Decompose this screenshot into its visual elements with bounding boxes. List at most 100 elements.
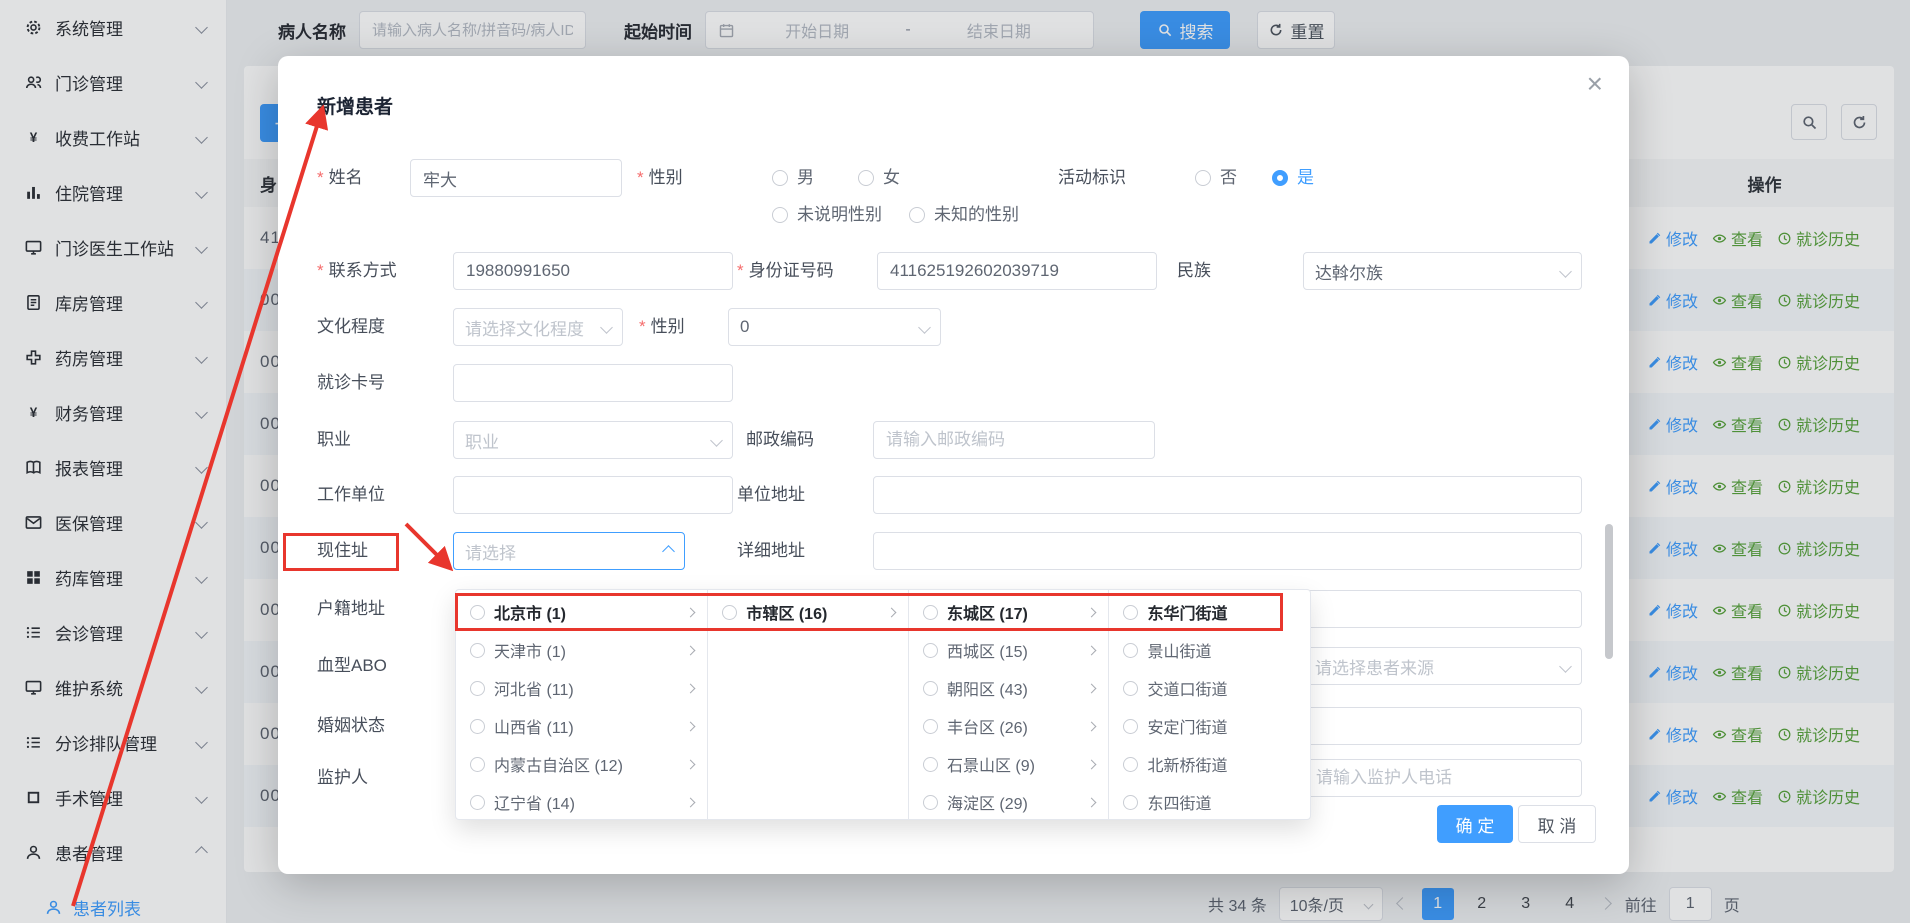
required-mark: * bbox=[639, 317, 646, 336]
blood-type-label: 血型ABO bbox=[317, 647, 387, 685]
gender-code-select[interactable]: 0 bbox=[728, 308, 941, 346]
radio-icon bbox=[1195, 170, 1211, 186]
patient-source-placeholder: 请选择患者来源 bbox=[1315, 654, 1434, 679]
work-unit-input[interactable] bbox=[453, 476, 733, 514]
close-icon[interactable]: × bbox=[1587, 70, 1603, 98]
form-row: *姓名 *性别 男 女 活动标识 否 是 bbox=[278, 159, 1629, 197]
radio-checked-icon bbox=[1272, 170, 1288, 186]
form-row: 文化程度 请选择文化程度 *性别 0 bbox=[278, 308, 1629, 346]
education-placeholder: 请选择文化程度 bbox=[465, 315, 584, 340]
visit-card-input[interactable] bbox=[453, 364, 733, 402]
patient-source-select[interactable]: 请选择患者来源 bbox=[1303, 647, 1582, 685]
cascader-option-tianjin[interactable]: 天津市 (1) bbox=[456, 631, 707, 669]
name-input[interactable] bbox=[410, 159, 622, 197]
required-mark: * bbox=[317, 261, 324, 280]
visit-card-label: 就诊卡号 bbox=[317, 364, 385, 402]
radio-icon bbox=[470, 643, 485, 658]
confirm-button[interactable]: 确 定 bbox=[1437, 805, 1513, 843]
form-row: 职业 职业 邮政编码 bbox=[278, 421, 1629, 459]
chevron-right-icon bbox=[1087, 797, 1097, 807]
radio-icon bbox=[858, 170, 874, 186]
education-select[interactable]: 请选择文化程度 bbox=[453, 308, 623, 346]
gender-female-radio[interactable]: 女 bbox=[858, 159, 900, 197]
radio-icon bbox=[923, 757, 938, 772]
cancel-button[interactable]: 取 消 bbox=[1518, 805, 1596, 843]
cascader-option-shixiaqu[interactable]: 市辖区 (16) bbox=[708, 593, 908, 631]
cascader-street-column: 东华门街道 景山街道 交道口街道 安定门街道 北新桥街道 东四街道 bbox=[1109, 590, 1310, 819]
contact-input[interactable] bbox=[453, 252, 733, 290]
cascader-option-donghuamen[interactable]: 东华门街道 bbox=[1109, 593, 1310, 631]
cascader-option-beixinqiao[interactable]: 北新桥街道 bbox=[1109, 745, 1310, 783]
gender-male-radio[interactable]: 男 bbox=[772, 159, 814, 197]
cascader-option-fengtai[interactable]: 丰台区 (26) bbox=[909, 707, 1109, 745]
radio-icon bbox=[909, 207, 925, 223]
cascader-option-dongcheng[interactable]: 东城区 (17) bbox=[909, 593, 1109, 631]
chevron-right-icon bbox=[886, 607, 896, 617]
current-address-label: 现住址 bbox=[317, 532, 368, 570]
form-row: 未说明性别 未知的性别 bbox=[278, 203, 1629, 227]
chevron-right-icon bbox=[686, 645, 696, 655]
gender-unspecified-radio[interactable]: 未说明性别 bbox=[772, 203, 882, 227]
chevron-right-icon bbox=[1087, 721, 1097, 731]
cascader-option-liaoning[interactable]: 辽宁省 (14) bbox=[456, 783, 707, 820]
cascader-city-column: 市辖区 (16) bbox=[708, 590, 909, 819]
occupation-placeholder: 职业 bbox=[465, 428, 499, 453]
cascader-option-jingshan[interactable]: 景山街道 bbox=[1109, 631, 1310, 669]
guardian-phone-input[interactable] bbox=[1303, 759, 1582, 797]
current-address-cascader-select[interactable]: 请选择 bbox=[453, 532, 685, 570]
idcard-input[interactable] bbox=[877, 252, 1157, 290]
add-patient-dialog: 新增患者 × *姓名 *性别 男 女 活动标识 否 是 未说明性别 未知的性别 … bbox=[278, 56, 1629, 874]
current-address-placeholder: 请选择 bbox=[465, 539, 516, 564]
cascader-option-neimenggu[interactable]: 内蒙古自治区 (12) bbox=[456, 745, 707, 783]
occupation-label: 职业 bbox=[317, 421, 351, 459]
form-row: 现住址 请选择 详细地址 bbox=[278, 532, 1629, 570]
gender-code-label: *性别 bbox=[639, 308, 685, 346]
cascader-option-dongsi[interactable]: 东四街道 bbox=[1109, 783, 1310, 820]
registered-address-input[interactable] bbox=[1303, 590, 1582, 628]
gender-unknown-radio[interactable]: 未知的性别 bbox=[909, 203, 1019, 227]
cascader-option-xicheng[interactable]: 西城区 (15) bbox=[909, 631, 1109, 669]
chevron-right-icon bbox=[1087, 683, 1097, 693]
radio-icon bbox=[722, 605, 737, 620]
chevron-down-icon bbox=[918, 321, 931, 334]
gender-code-value: 0 bbox=[740, 317, 749, 337]
chevron-right-icon bbox=[1087, 607, 1097, 617]
chevron-right-icon bbox=[686, 759, 696, 769]
unit-address-input[interactable] bbox=[873, 476, 1582, 514]
radio-icon bbox=[1123, 719, 1138, 734]
form-row: 就诊卡号 bbox=[278, 364, 1629, 402]
radio-icon bbox=[470, 757, 485, 772]
chevron-down-icon bbox=[1559, 660, 1572, 673]
radio-icon bbox=[470, 795, 485, 810]
page: 系统管理 门诊管理 收费工作站 住院管理 门诊医生工作站 库房管理 bbox=[0, 0, 1910, 923]
active-no-radio[interactable]: 否 bbox=[1195, 159, 1237, 197]
ethnicity-value: 达斡尔族 bbox=[1315, 259, 1383, 284]
occupation-select[interactable]: 职业 bbox=[453, 421, 733, 459]
active-yes-radio[interactable]: 是 bbox=[1272, 159, 1314, 197]
radio-icon bbox=[470, 605, 485, 620]
postal-label: 邮政编码 bbox=[746, 421, 814, 459]
detailed-address-input[interactable] bbox=[873, 532, 1582, 570]
chevron-right-icon bbox=[686, 683, 696, 693]
chevron-right-icon bbox=[686, 607, 696, 617]
cascader-option-hebei[interactable]: 河北省 (11) bbox=[456, 669, 707, 707]
radio-icon bbox=[772, 207, 788, 223]
chevron-down-icon bbox=[1559, 265, 1572, 278]
cascader-option-andingmen[interactable]: 安定门街道 bbox=[1109, 707, 1310, 745]
cascader-option-haidian[interactable]: 海淀区 (29) bbox=[909, 783, 1109, 820]
chevron-down-icon bbox=[600, 321, 613, 334]
cascader-option-jiaodaokou[interactable]: 交道口街道 bbox=[1109, 669, 1310, 707]
radio-icon bbox=[772, 170, 788, 186]
chevron-right-icon bbox=[1087, 645, 1097, 655]
ethnicity-select[interactable]: 达斡尔族 bbox=[1303, 252, 1582, 290]
name-label: *姓名 bbox=[317, 159, 363, 197]
cascader-option-beijing[interactable]: 北京市 (1) bbox=[456, 593, 707, 631]
modal-scrollbar-thumb[interactable] bbox=[1605, 524, 1613, 659]
guardian-label: 监护人 bbox=[317, 759, 368, 797]
cascader-option-shanxi[interactable]: 山西省 (11) bbox=[456, 707, 707, 745]
cascader-option-shijingshan[interactable]: 石景山区 (9) bbox=[909, 745, 1109, 783]
cascader-option-chaoyang[interactable]: 朝阳区 (43) bbox=[909, 669, 1109, 707]
postal-input[interactable] bbox=[873, 421, 1155, 459]
radio-icon bbox=[470, 719, 485, 734]
chevron-up-icon bbox=[662, 545, 675, 558]
